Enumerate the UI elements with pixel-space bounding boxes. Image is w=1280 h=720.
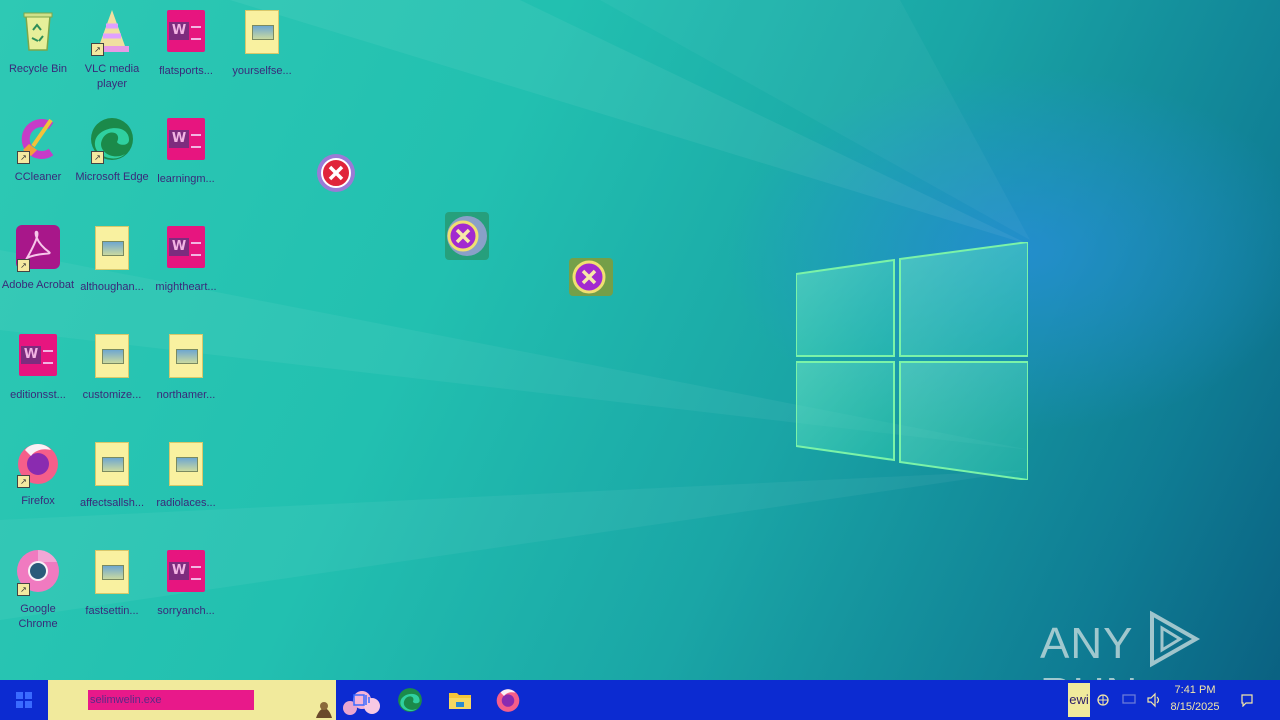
desktop-icon-northamer[interactable]: northamer... — [148, 332, 224, 403]
image-file-icon — [89, 550, 135, 596]
image-file-icon — [239, 10, 285, 56]
firefox-icon: ↗ — [15, 440, 61, 488]
desktop-icon-sorryanch[interactable]: W sorryanch... — [148, 548, 224, 619]
error-icon — [445, 212, 489, 260]
desktop-icon-editionsst[interactable]: W editionsst... — [0, 332, 76, 403]
clock-date: 8/15/2025 — [1170, 701, 1220, 713]
adobe-acrobat-icon: ↗ — [15, 224, 61, 272]
image-file-icon — [163, 334, 209, 380]
task-view-button[interactable] — [338, 680, 386, 720]
play-logo-icon — [1149, 610, 1200, 668]
desktop-icon-vlc[interactable]: ↗ VLC media player — [74, 8, 150, 92]
display-icon[interactable] — [1122, 693, 1136, 707]
desktop-icon-label: yourselfse... — [232, 65, 292, 77]
desktop-icon-label: Recycle Bin — [8, 63, 68, 75]
shortcut-arrow-icon: ↗ — [17, 583, 30, 596]
desktop-icon-label: flatsports... — [159, 65, 213, 77]
desktop-icon-google-chrome[interactable]: ↗ Google Chrome — [0, 548, 76, 632]
error-icon — [569, 258, 613, 296]
recycle-bin-icon — [15, 8, 61, 54]
desktop-icon-label: editionsst... — [10, 389, 66, 401]
desktop-icon-label: Adobe Acrobat — [1, 279, 75, 291]
desktop-icon-fastsettin[interactable]: fastsettin... — [74, 548, 150, 619]
desktop-icon-label: CCleaner — [14, 171, 62, 183]
desktop-icon-affectsallsh[interactable]: affectsallsh... — [74, 440, 150, 511]
desktop-icon-label: radiolaces... — [156, 497, 216, 509]
shortcut-arrow-icon: ↗ — [17, 475, 30, 488]
word-document-icon: W — [163, 226, 209, 272]
shortcut-arrow-icon: ↗ — [17, 259, 30, 272]
word-document-icon: W — [163, 550, 209, 596]
image-file-icon — [163, 442, 209, 488]
taskbar-search-box[interactable]: selimwelin.exe — [48, 680, 380, 720]
image-file-icon — [89, 334, 135, 380]
desktop-icon-customize[interactable]: customize... — [74, 332, 150, 403]
desktop-icon-learningm[interactable]: W learningm... — [148, 116, 224, 187]
vlc-cone-icon: ↗ — [89, 8, 135, 56]
desktop-icon-flatsports[interactable]: W flatsports... — [148, 8, 224, 79]
input-method-indicator[interactable]: ewi — [1068, 683, 1090, 717]
task-view-icon — [353, 694, 370, 706]
image-file-icon — [89, 226, 135, 272]
desktop-icon-label: VLC media player — [84, 63, 140, 90]
windows-logo-wallpaper — [796, 242, 1028, 480]
shortcut-arrow-icon: ↗ — [17, 151, 30, 164]
firefox-icon — [496, 689, 520, 712]
taskbar-file-explorer-button[interactable] — [436, 680, 484, 720]
word-document-icon: W — [15, 334, 61, 380]
ccleaner-icon: ↗ — [15, 116, 61, 164]
desktop-icon-ccleaner[interactable]: ↗ CCleaner — [0, 116, 76, 185]
search-input[interactable]: selimwelin.exe — [88, 690, 254, 710]
windows-start-icon — [16, 692, 32, 708]
watermark-left-text: ANY — [1040, 619, 1133, 668]
desktop-icon-radiolaces[interactable]: radiolaces... — [148, 440, 224, 511]
desktop-icon-label: Google Chrome — [18, 603, 58, 630]
desktop-icon-microsoft-edge[interactable]: ↗ Microsoft Edge — [74, 116, 150, 185]
desktop-icon-label: sorryanch... — [157, 605, 215, 617]
microsoft-edge-icon: ↗ — [89, 116, 135, 164]
desktop-icon-yourselfse[interactable]: yourselfse... — [224, 8, 300, 79]
desktop-icon-label: customize... — [82, 389, 142, 401]
word-document-icon: W — [163, 118, 209, 164]
desktop-icon-label: fastsettin... — [85, 605, 139, 617]
folder-icon — [449, 693, 471, 709]
clock-time: 7:41 PM — [1174, 684, 1216, 696]
desktop-icon-firefox[interactable]: ↗ Firefox — [0, 440, 76, 509]
taskbar-edge-button[interactable] — [386, 680, 434, 720]
desktop-icon-label: learningm... — [157, 173, 215, 185]
desktop-icon-label: althoughan... — [80, 281, 144, 293]
error-icon — [317, 154, 355, 192]
desktop-icon-label: northamer... — [156, 389, 216, 401]
word-document-icon: W — [163, 10, 209, 56]
notification-center-icon[interactable] — [1240, 693, 1254, 707]
desktop-icon-mightheart[interactable]: W mightheart... — [148, 224, 224, 295]
shortcut-arrow-icon: ↗ — [91, 151, 104, 164]
start-button[interactable] — [0, 680, 48, 720]
image-file-icon — [89, 442, 135, 488]
microsoft-edge-icon — [398, 688, 422, 712]
desktop-icon-label: Microsoft Edge — [75, 171, 149, 183]
shortcut-arrow-icon: ↗ — [91, 43, 104, 56]
taskbar: selimwelin.exe ewi 7:41 PM 8/15/2025 — [0, 680, 1280, 720]
network-icon[interactable] — [1096, 693, 1110, 707]
desktop-icon-label: mightheart... — [155, 281, 217, 293]
desktop-icon-althoughan[interactable]: althoughan... — [74, 224, 150, 295]
desktop-icon-label: Firefox — [21, 495, 55, 507]
google-chrome-icon: ↗ — [15, 548, 61, 596]
desktop-icon-adobe-acrobat[interactable]: ↗ Adobe Acrobat — [0, 224, 76, 293]
desktop-icon-recycle-bin[interactable]: Recycle Bin — [0, 8, 76, 77]
system-clock[interactable]: 7:41 PM 8/15/2025 — [1158, 682, 1232, 716]
desktop-icon-label: affectsallsh... — [80, 497, 144, 509]
taskbar-firefox-button[interactable] — [484, 680, 532, 720]
